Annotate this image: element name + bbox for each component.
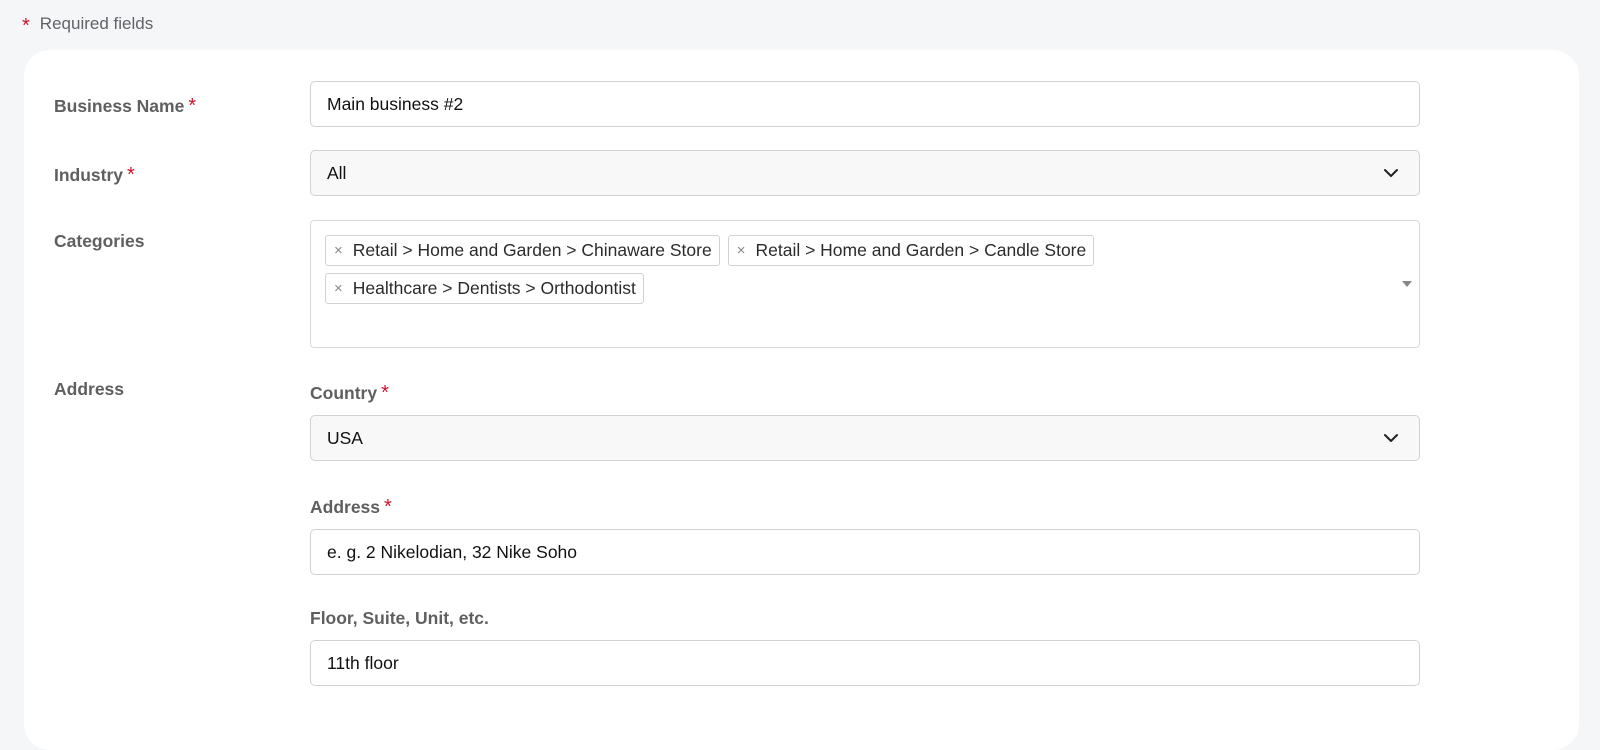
business-name-label-text: Business Name xyxy=(54,96,185,116)
address-input[interactable]: e. g. 2 Nikelodian, 32 Nike Soho xyxy=(310,529,1420,575)
categories-multiselect[interactable]: × Retail > Home and Garden > Chinaware S… xyxy=(310,220,1420,348)
country-label-text: Country xyxy=(310,383,378,403)
industry-label-text: Industry xyxy=(54,165,124,185)
industry-label: Industry * xyxy=(54,164,135,187)
business-name-value: Main business #2 xyxy=(327,93,464,114)
required-star: * xyxy=(381,382,389,404)
category-tag: × Healthcare > Dentists > Orthodontist xyxy=(325,273,644,304)
required-star: * xyxy=(188,95,197,117)
required-star: * xyxy=(127,164,135,186)
business-name-label: Business Name * xyxy=(54,95,196,118)
caret-down-icon[interactable] xyxy=(1402,281,1412,287)
floor-label: Floor, Suite, Unit, etc. xyxy=(310,608,489,628)
close-icon[interactable]: × xyxy=(334,280,343,297)
floor-input[interactable]: 11th floor xyxy=(310,640,1420,686)
categories-label: Categories xyxy=(54,231,145,251)
category-tag-label: Healthcare > Dentists > Orthodontist xyxy=(352,278,636,298)
required-fields-text: Required fields xyxy=(39,14,154,33)
floor-value: 11th floor xyxy=(327,652,399,673)
industry-value: All xyxy=(327,162,347,183)
required-star: * xyxy=(22,15,30,37)
business-name-input[interactable]: Main business #2 xyxy=(310,81,1420,127)
category-tag-label: Retail > Home and Garden > Chinaware Sto… xyxy=(352,240,712,260)
address-value: e. g. 2 Nikelodian, 32 Nike Soho xyxy=(327,541,578,562)
chevron-down-icon xyxy=(1384,434,1398,442)
country-label: Country * xyxy=(310,382,389,405)
address-section-label: Address xyxy=(54,379,125,399)
category-tag-label: Retail > Home and Garden > Candle Store xyxy=(755,240,1087,260)
business-form-card: Business Name * Main business #2 Industry… xyxy=(24,50,1579,750)
chevron-down-icon xyxy=(1384,169,1398,177)
industry-select[interactable]: All xyxy=(310,150,1420,196)
category-tag: × Retail > Home and Garden > Chinaware S… xyxy=(325,235,720,266)
category-tag: × Retail > Home and Garden > Candle Stor… xyxy=(727,235,1095,266)
country-value: USA xyxy=(327,427,363,448)
address-label-text: Address xyxy=(310,497,381,517)
required-star: * xyxy=(384,496,392,518)
address-label: Address * xyxy=(310,496,392,519)
categories-tag-list: × Retail > Home and Garden > Chinaware S… xyxy=(325,235,1379,304)
required-fields-note: * Required fields xyxy=(22,14,154,37)
close-icon[interactable]: × xyxy=(334,242,343,259)
country-select[interactable]: USA xyxy=(310,415,1420,461)
close-icon[interactable]: × xyxy=(737,242,746,259)
